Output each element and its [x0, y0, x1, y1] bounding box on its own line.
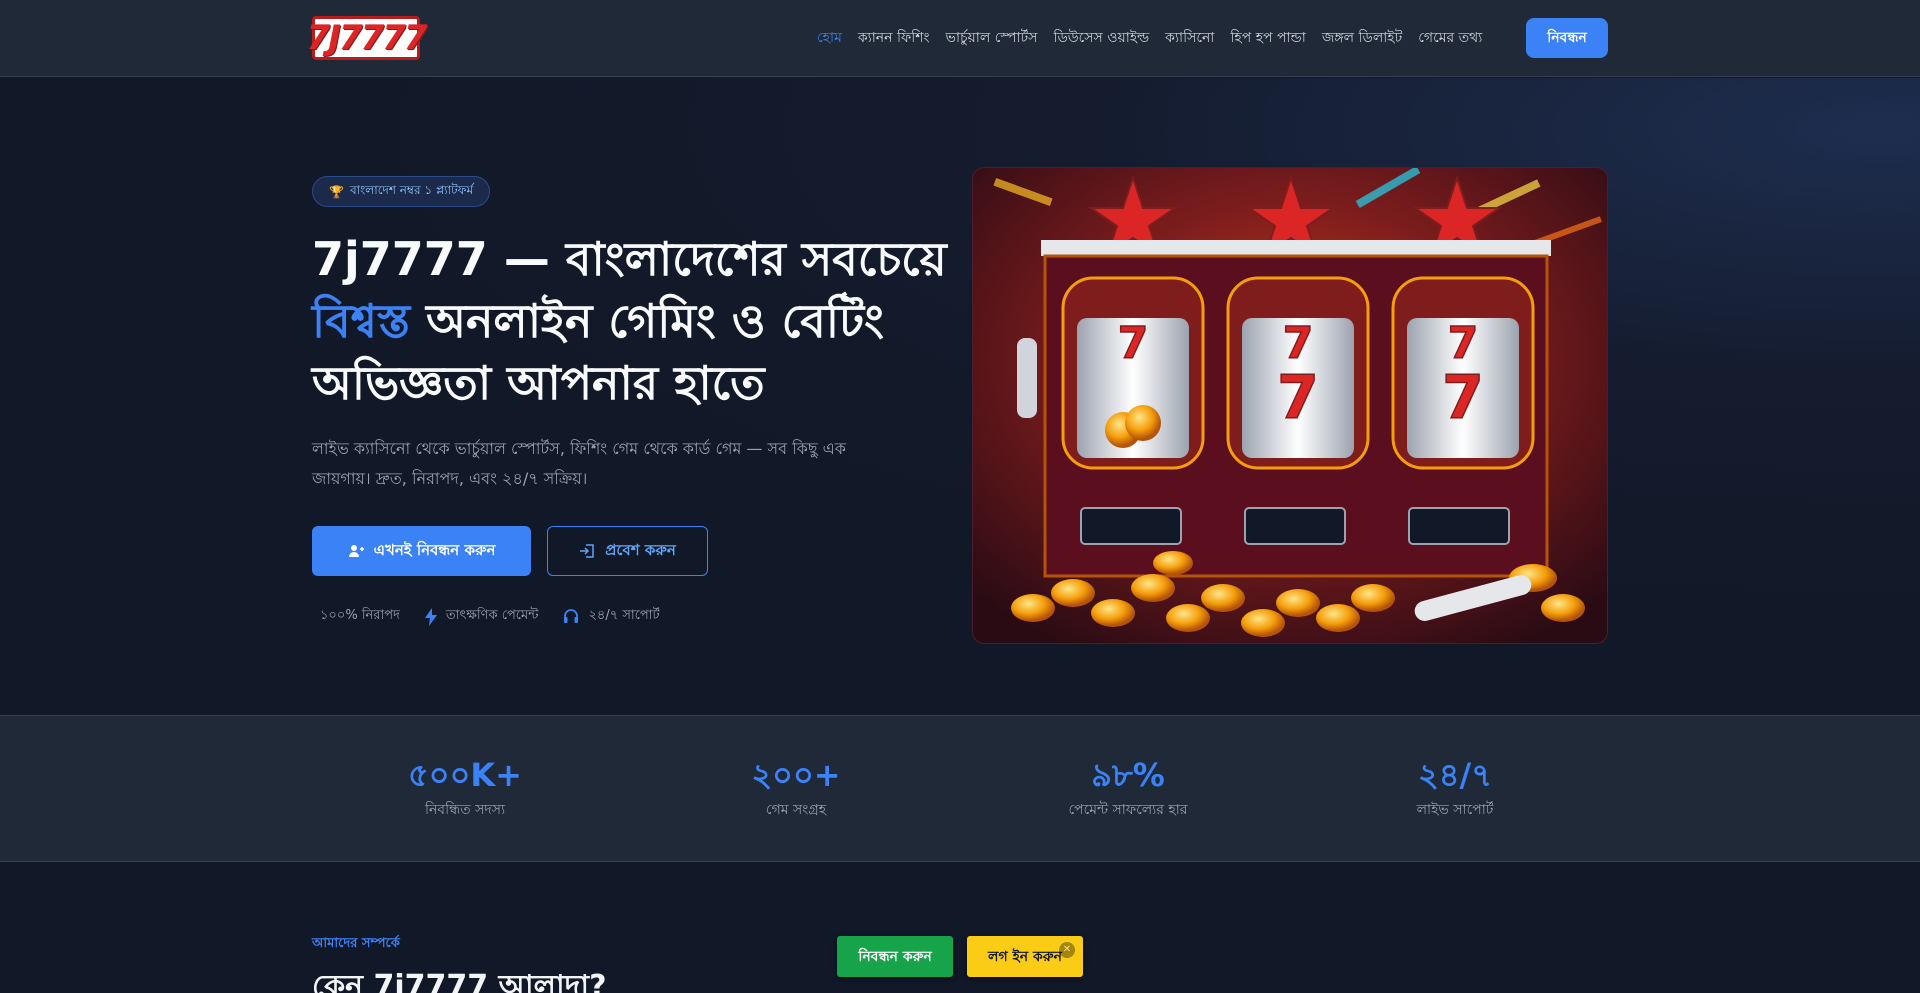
- nav-hip-hop-panda[interactable]: হিপ হপ পান্ডা: [1230, 26, 1305, 50]
- headset-icon: [564, 608, 579, 623]
- hero-title: 7j7777 — বাংলাদেশের সবচেয়ে বিশ্বস্ত অনল…: [312, 228, 952, 414]
- close-icon[interactable]: ✕: [1059, 942, 1075, 958]
- nav-jungle-delight[interactable]: জঙ্গল ডিলাইট: [1322, 26, 1402, 50]
- stat-payment-rate-label: পেমেন্ট সাফল্যের হার: [1068, 802, 1188, 818]
- feature-safe-label: ১০০% নিরাপদ: [320, 608, 400, 623]
- hero-section: [0, 78, 1920, 715]
- nav-home[interactable]: হোম: [817, 26, 842, 50]
- stat-games: ২০০+ গেম সংগ্রহ: [676, 756, 916, 822]
- enter-button[interactable]: প্রবেশ করুন: [547, 526, 708, 576]
- main-nav: হোম ক্যানন ফিশিং ভার্চুয়াল স্পোর্টস ডিউ…: [817, 26, 1482, 50]
- stats-section: ৫০০K+ নিবন্ধিত সদস্য ২০০+ গেম সংগ্রহ ৯৮%…: [0, 715, 1920, 862]
- feature-support-label: ২৪/৭ সাপোর্ট: [588, 608, 660, 623]
- nav-deuces-wild[interactable]: ডিউসেস ওয়াইল্ড: [1053, 26, 1149, 50]
- stat-payment-rate-value: ৯৮%: [1091, 756, 1165, 794]
- user-plus-icon: [348, 545, 364, 557]
- svg-text:7: 7: [1448, 318, 1479, 369]
- hero-title-line2: অনলাইন গেমিং ও বেটিং: [410, 294, 884, 348]
- floating-register-button[interactable]: নিবন্ধন করুন: [837, 936, 953, 977]
- site-header: 7J7777 হোম ক্যানন ফিশিং ভার্চুয়াল স্পোর…: [0, 0, 1920, 77]
- stat-members-value: ৫০০K+: [408, 756, 522, 794]
- feature-instant-payment: তাৎক্ষণিক পেমেন্ট: [424, 606, 539, 627]
- nav-casino[interactable]: ক্যাসিনো: [1165, 26, 1214, 50]
- stat-payment-rate: ৯৮% পেমেন্ট সাফল্যের হার: [1008, 756, 1248, 822]
- stat-support: ২৪/৭ লাইভ সাপোর্ট: [1335, 756, 1575, 822]
- about-subtitle: আমাদের সম্পর্কে: [312, 936, 400, 951]
- brand-logo[interactable]: 7J7777: [307, 16, 427, 60]
- enter-label: প্রবেশ করুন: [605, 540, 676, 559]
- hero-badge-label: বাংলাদেশ নম্বর ১ প্ল্যাটফর্ম: [349, 182, 474, 197]
- nav-cannon-fishing[interactable]: ক্যানন ফিশিং: [858, 26, 930, 50]
- stat-games-value: ২০০+: [751, 756, 841, 794]
- svg-text:7: 7: [1442, 363, 1484, 433]
- nav-virtual-sports[interactable]: ভার্চুয়াল স্পোর্টস: [946, 26, 1038, 50]
- feature-instant-payment-label: তাৎক্ষণিক পেমেন্ট: [445, 608, 539, 623]
- nav-game-info[interactable]: গেমের তথ্য: [1418, 26, 1482, 50]
- trophy-icon: 🏆: [329, 184, 344, 199]
- feature-safe: ১০০% নিরাপদ: [320, 606, 400, 627]
- hero-description: লাইভ ক্যাসিনো থেকে ভার্চুয়াল স্পোর্টস, …: [312, 439, 846, 488]
- stat-members-label: নিবন্ধিত সদস্য: [424, 802, 506, 818]
- about-title: কেন 7j7777 আলাদা?: [312, 969, 607, 993]
- svg-text:7: 7: [1283, 318, 1314, 369]
- stat-games-label: গেম সংগ্রহ: [765, 802, 827, 818]
- hero-features: ১০০% নিরাপদ তাৎক্ষণিক পেমেন্ট ২৪/৭ সাপোর…: [320, 606, 660, 627]
- hero-badge: 🏆 বাংলাদেশ নম্বর ১ প্ল্যাটফর্ম: [312, 176, 491, 207]
- lightning-icon: [424, 607, 437, 626]
- stat-support-label: লাইভ সাপোর্ট: [1416, 802, 1494, 818]
- svg-text:7: 7: [1118, 318, 1149, 369]
- login-icon: [580, 544, 594, 558]
- hero-title-line3: অভিজ্ঞতা আপনার হাতে: [312, 356, 765, 410]
- register-now-label: এখনই নিবন্ধন করুন: [373, 540, 496, 559]
- register-now-button[interactable]: এখনই নিবন্ধন করুন: [312, 526, 531, 576]
- hero-title-highlight: বিশ্বস্ত: [312, 294, 411, 348]
- header-register-button[interactable]: নিবন্ধন: [1526, 18, 1608, 58]
- stat-members: ৫০০K+ নিবন্ধিত সদস্য: [345, 756, 585, 822]
- slot-machine-illustration: 7 7 7 7 7: [973, 168, 1607, 643]
- svg-text:7: 7: [1277, 363, 1319, 433]
- hero-title-line1: 7j7777 — বাংলাদেশের সবচেয়ে: [312, 232, 947, 286]
- feature-support: ২৪/৭ সাপোর্ট: [562, 606, 660, 627]
- slot-machine-image: 7 7 7 7 7: [972, 167, 1608, 644]
- stat-support-value: ২৪/৭: [1417, 756, 1493, 794]
